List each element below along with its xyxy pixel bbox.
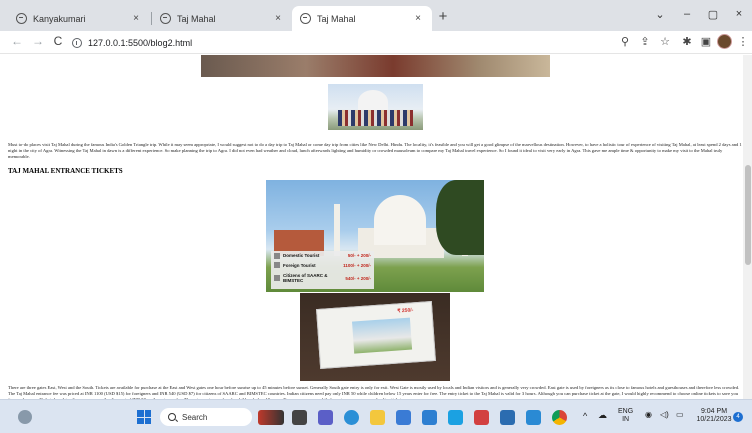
app-icon[interactable] xyxy=(448,410,463,425)
row-marker xyxy=(274,262,280,269)
ticket-price-table: Domestic Tourist 50/- + 200/- Foreign To… xyxy=(271,251,374,289)
volume-icon[interactable]: ◁) xyxy=(660,411,669,419)
tab-taj-mahal-2[interactable]: Taj Mahal × xyxy=(292,6,432,31)
extensions-icon[interactable]: ✱ xyxy=(680,35,694,49)
price-value: 1100/- + 200/- xyxy=(343,262,371,268)
maximize-button[interactable]: ▢ xyxy=(706,8,720,21)
vscode-icon[interactable] xyxy=(526,410,541,425)
tab-strip: Kanyakumari × Taj Mahal × Taj Mahal × + … xyxy=(0,0,752,31)
share-icon[interactable]: ⇪ xyxy=(638,35,652,49)
app-icon[interactable] xyxy=(474,410,489,425)
minimize-button[interactable]: – xyxy=(680,8,694,20)
globe-icon xyxy=(160,13,171,24)
search-label: Search xyxy=(182,412,208,422)
globe-icon xyxy=(300,13,311,24)
scrollbar-thumb[interactable] xyxy=(745,165,751,265)
word-icon[interactable] xyxy=(422,410,437,425)
ticket-price: ₹ 250/- xyxy=(397,307,414,315)
zoom-icon[interactable]: ⚲ xyxy=(618,35,632,49)
ticket-photo: ₹ 250/- xyxy=(300,293,450,381)
tree xyxy=(436,180,484,255)
clock-time: 9:04 PM xyxy=(700,408,728,415)
globe-icon xyxy=(16,13,27,24)
start-tile xyxy=(137,417,144,424)
outlook-icon[interactable] xyxy=(500,410,515,425)
clock[interactable]: 9:04 PM 10/21/2023 xyxy=(694,408,734,424)
price-label: Citizens of SAARC & BIMSTEC xyxy=(283,273,328,283)
bottom-paragraph: There are three gates East, West and the… xyxy=(8,385,740,399)
chat-icon[interactable] xyxy=(318,410,333,425)
price-row-foreign: Foreign Tourist 1100/- + 200/- xyxy=(271,261,374,271)
price-value: 50/- + 200/- xyxy=(347,253,371,259)
chrome-icon[interactable] xyxy=(552,410,567,425)
price-label: Domestic Tourist xyxy=(283,253,320,259)
back-button[interactable]: ← xyxy=(10,34,24,48)
profile-avatar[interactable] xyxy=(717,34,732,49)
battery-icon[interactable]: ▭ xyxy=(676,411,684,419)
entry-ticket: ₹ 250/- xyxy=(316,301,436,369)
tab-taj-mahal-1[interactable]: Taj Mahal × xyxy=(152,6,292,31)
tab-title: Kanyakumari xyxy=(33,13,86,24)
cloud-icon[interactable]: ☁ xyxy=(598,411,607,420)
page-content: Must to-do places visit Taj Mahal during… xyxy=(0,55,743,399)
forward-button[interactable]: → xyxy=(31,34,45,48)
menu-icon[interactable]: ⋮ xyxy=(736,35,750,49)
minaret xyxy=(334,204,340,256)
start-tile xyxy=(144,417,151,424)
tab-kanyakumari[interactable]: Kanyakumari × xyxy=(8,6,150,31)
sidebar-icon[interactable]: ▣ xyxy=(699,35,713,49)
price-label: Foreign Tourist xyxy=(283,262,316,268)
tab-title: Taj Mahal xyxy=(317,13,356,24)
row-marker xyxy=(274,252,280,259)
tray-overflow-button[interactable]: ^ xyxy=(583,412,587,421)
price-row-domestic: Domestic Tourist 50/- + 200/- xyxy=(271,251,374,261)
visitor-crowd xyxy=(338,110,413,126)
close-icon[interactable]: × xyxy=(412,13,424,24)
ticket-taj-picture xyxy=(352,317,413,354)
notification-badge[interactable]: 4 xyxy=(733,412,743,422)
address-bar[interactable]: 127.0.0.1:5500/blog2.html xyxy=(72,33,612,52)
windows-taskbar: Search ^ ☁ ENG IN ◉ ◁) ▭ 9:04 PM 10/21/2… xyxy=(0,399,752,433)
close-icon[interactable]: × xyxy=(272,13,284,24)
price-value: 540/- + 200/- xyxy=(345,275,371,281)
section-heading: TAJ MAHAL ENTRANCE TICKETS xyxy=(8,167,123,175)
browser-window: Kanyakumari × Taj Mahal × Taj Mahal × + … xyxy=(0,0,752,433)
window-close-button[interactable]: × xyxy=(732,8,746,20)
taj-dome xyxy=(374,195,426,245)
task-view-icon[interactable] xyxy=(292,410,307,425)
row-marker xyxy=(274,275,280,281)
file-explorer-icon[interactable] xyxy=(370,410,385,425)
start-button[interactable] xyxy=(137,410,151,424)
search-icon xyxy=(168,413,176,421)
language-indicator[interactable]: ENG IN xyxy=(618,408,633,424)
ticket-price-image: Domestic Tourist 50/- + 200/- Foreign To… xyxy=(266,180,484,292)
language-code: ENG xyxy=(618,408,634,415)
browser-toolbar: ← → C 127.0.0.1:5500/blog2.html ⚲ ⇪ ☆ ✱ … xyxy=(0,31,752,54)
info-icon[interactable] xyxy=(72,37,82,48)
wifi-icon[interactable]: ◉ xyxy=(645,411,652,419)
new-tab-button[interactable]: + xyxy=(435,9,451,24)
weather-icon[interactable] xyxy=(18,410,32,424)
star-icon[interactable]: ☆ xyxy=(658,35,672,49)
taskbar-search[interactable]: Search xyxy=(160,408,252,426)
start-tile xyxy=(144,410,151,417)
start-tile xyxy=(137,410,144,417)
tab-search-button[interactable]: ⌄ xyxy=(653,8,667,21)
intro-paragraph: Must to-do places visit Taj Mahal during… xyxy=(8,142,742,160)
store-icon[interactable] xyxy=(396,410,411,425)
price-row-saarc: Citizens of SAARC & BIMSTEC 540/- + 200/… xyxy=(271,270,374,286)
close-icon[interactable]: × xyxy=(130,13,142,24)
reload-button[interactable]: C xyxy=(51,34,65,48)
region-code: IN xyxy=(622,416,630,423)
taj-crowd-photo xyxy=(328,84,423,130)
taj-photo-top xyxy=(201,55,550,77)
widgets-icon[interactable] xyxy=(258,410,284,425)
edge-icon[interactable] xyxy=(344,410,359,425)
clock-date: 10/21/2023 xyxy=(696,416,732,423)
tab-title: Taj Mahal xyxy=(177,13,216,24)
url-text[interactable]: 127.0.0.1:5500/blog2.html xyxy=(88,38,192,48)
